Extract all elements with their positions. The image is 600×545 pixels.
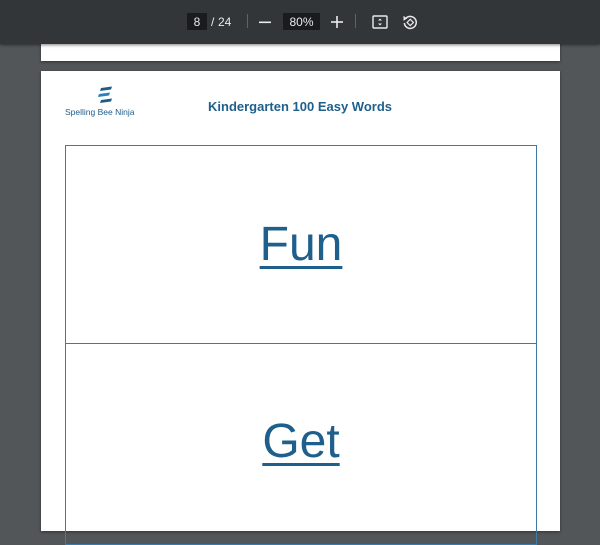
toolbar-divider bbox=[355, 14, 356, 28]
page-separator: / bbox=[211, 15, 215, 29]
document-title: Kindergarten 100 Easy Words bbox=[208, 99, 392, 114]
rotate-button[interactable] bbox=[398, 10, 422, 34]
minus-icon bbox=[259, 21, 271, 24]
zoom-level-input[interactable] bbox=[283, 13, 320, 30]
fit-to-page-button[interactable] bbox=[368, 10, 392, 34]
word-card: Get bbox=[65, 343, 537, 545]
total-pages: 24 bbox=[218, 15, 232, 29]
plus-icon bbox=[331, 16, 343, 28]
toolbar-divider bbox=[247, 14, 248, 28]
zoom-out-button[interactable] bbox=[253, 10, 277, 34]
zoom-in-button[interactable] bbox=[325, 10, 349, 34]
logo: Spelling Bee Ninja bbox=[65, 86, 145, 118]
page-number-input[interactable] bbox=[187, 13, 207, 30]
word-link[interactable]: Get bbox=[262, 414, 339, 469]
pdf-page: Spelling Bee Ninja Kindergarten 100 Easy… bbox=[41, 71, 560, 545]
logo-text: Spelling Bee Ninja bbox=[65, 107, 135, 117]
rotate-counterclockwise-icon bbox=[403, 15, 418, 30]
word-link[interactable]: Fun bbox=[260, 217, 343, 272]
word-card: Fun bbox=[65, 145, 537, 344]
spelling-bee-ninja-logo-icon bbox=[98, 86, 112, 103]
pdf-toolbar: / 24 bbox=[0, 0, 600, 44]
fit-to-page-icon bbox=[372, 15, 388, 29]
